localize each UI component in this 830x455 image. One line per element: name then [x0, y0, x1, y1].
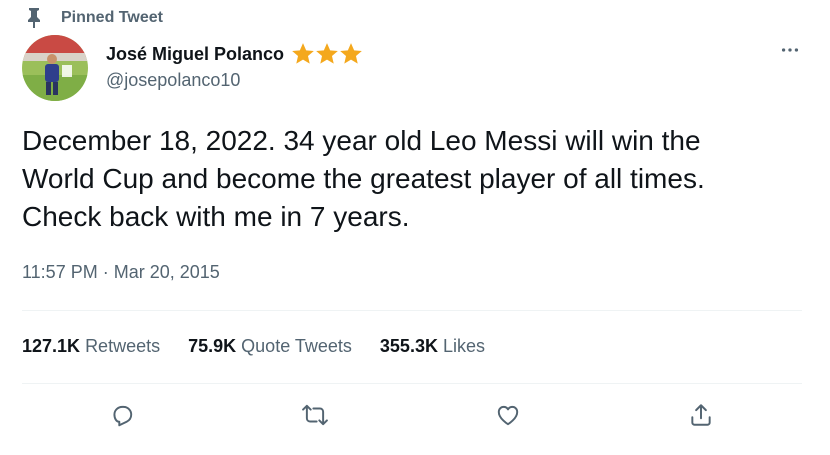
display-name[interactable]: José Miguel Polanco	[106, 44, 284, 65]
likes-stat[interactable]: 355.3K Likes	[380, 336, 485, 357]
retweet-button[interactable]	[298, 398, 332, 432]
avatar[interactable]	[22, 35, 88, 101]
pin-icon	[22, 6, 46, 30]
tweet-time: 11:57 PM	[22, 262, 98, 282]
reply-button[interactable]	[105, 398, 139, 432]
tweet-date: Mar 20, 2015	[113, 262, 220, 282]
quote-tweets-label: Quote Tweets	[241, 336, 352, 356]
timestamp-separator: ·	[102, 262, 109, 282]
share-icon	[691, 404, 711, 426]
quote-tweets-stat[interactable]: 75.9K Quote Tweets	[188, 336, 352, 357]
more-options-button[interactable]	[778, 38, 802, 62]
engagement-stats: 127.1K Retweets 75.9K Quote Tweets 355.3…	[22, 336, 513, 357]
star-icon	[338, 41, 364, 67]
likes-count: 355.3K	[379, 336, 438, 356]
like-button[interactable]	[491, 398, 525, 432]
like-icon	[497, 405, 519, 426]
pinned-label: Pinned Tweet	[61, 9, 163, 26]
likes-label: Likes	[442, 336, 485, 356]
divider	[22, 310, 802, 311]
retweets-label: Retweets	[85, 336, 161, 356]
handle[interactable]: @josepolanco10	[106, 70, 362, 91]
share-button[interactable]	[684, 398, 718, 432]
retweets-stat[interactable]: 127.1K Retweets	[22, 336, 160, 357]
pinned-indicator: Pinned Tweet	[22, 6, 163, 30]
retweets-count: 127.1K	[22, 336, 81, 356]
timestamp[interactable]: 11:57 PM · Mar 20, 2015	[22, 262, 220, 283]
reply-icon	[113, 405, 133, 427]
star-icon	[290, 41, 316, 67]
star-icon	[314, 41, 340, 67]
more-icon	[781, 48, 799, 52]
tweet-text: December 18, 2022. 34 year old Leo Messi…	[22, 125, 705, 232]
action-bar	[22, 398, 802, 432]
quote-tweets-count: 75.9K	[188, 336, 237, 356]
author-info: José Miguel Polanco @josepolanco10	[106, 41, 362, 91]
divider	[22, 383, 802, 384]
star-badges	[290, 41, 362, 67]
retweet-icon	[302, 404, 328, 426]
